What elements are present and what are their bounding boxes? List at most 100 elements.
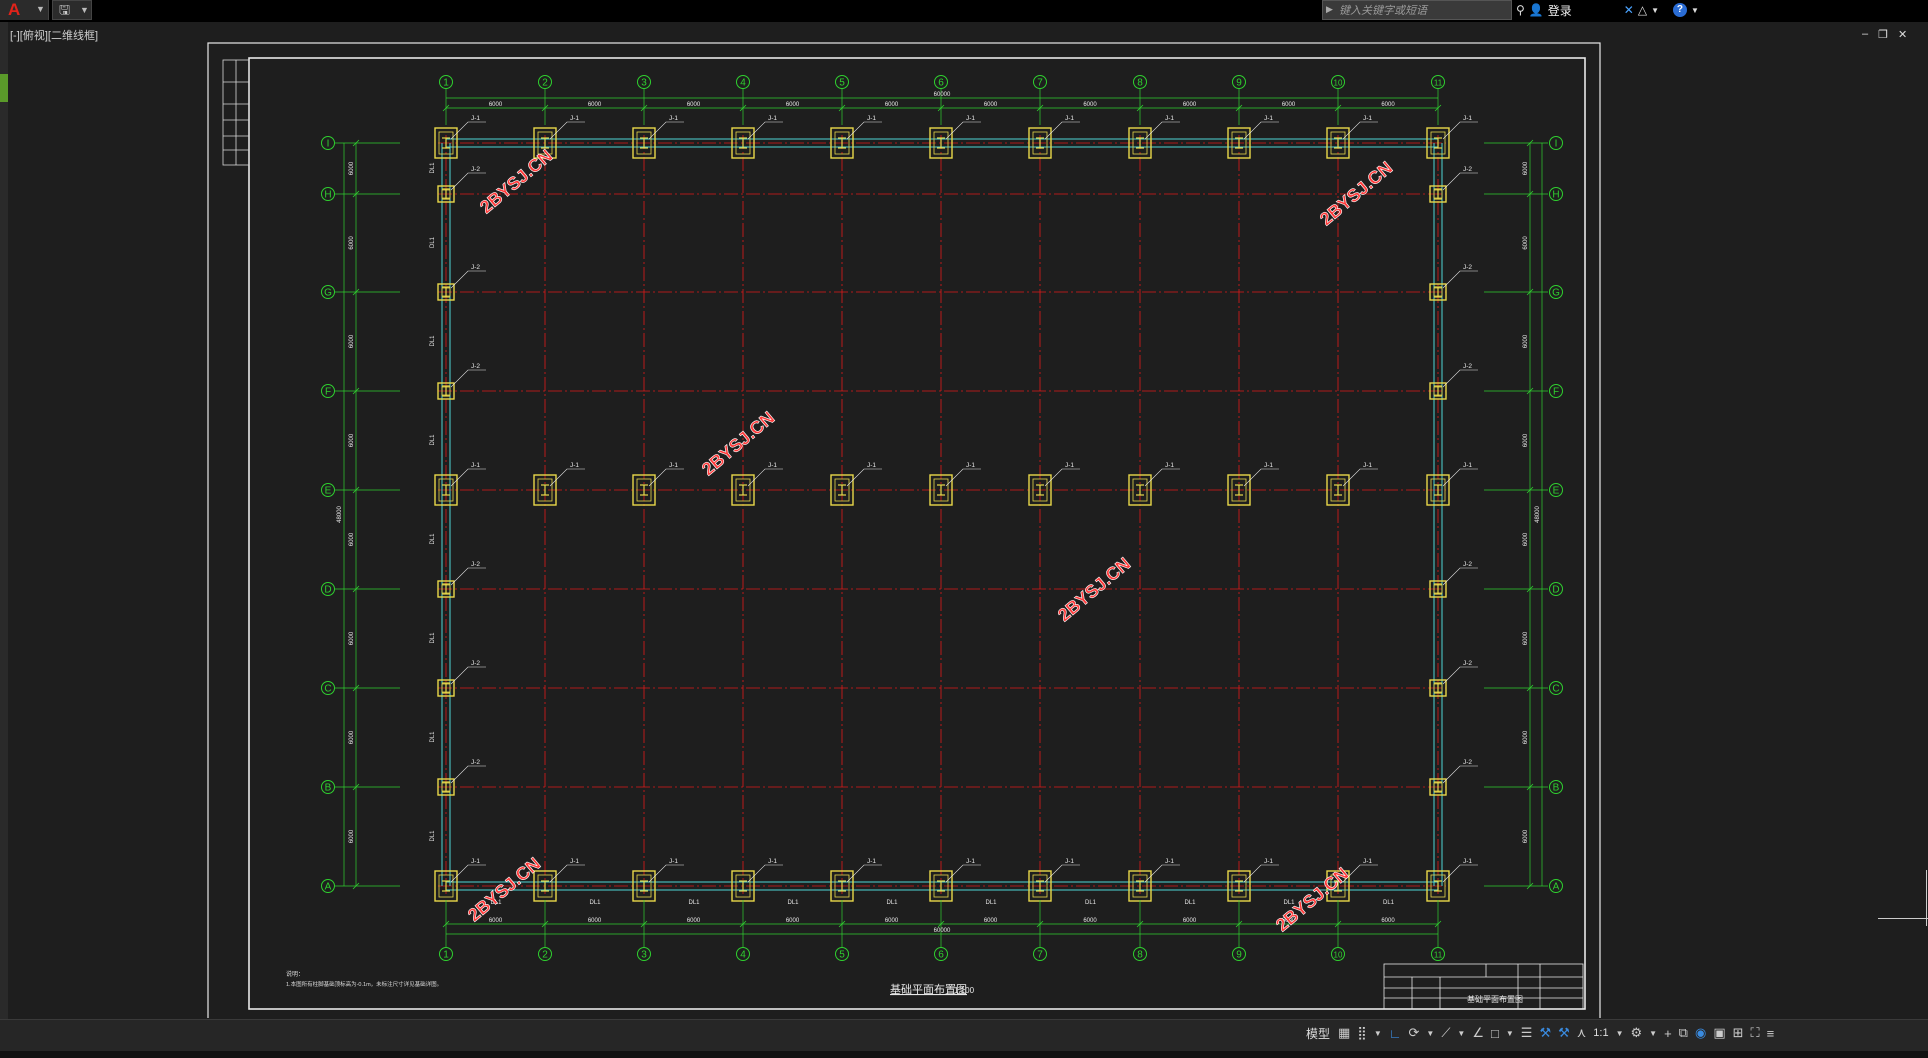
footing-label: J-1	[570, 462, 579, 469]
row-axis-right-label: I	[1555, 139, 1558, 150]
bottom-dimension-label: 6000	[489, 918, 503, 924]
model-space-button[interactable]: 模型	[1306, 1025, 1330, 1042]
footing-leader	[450, 864, 486, 883]
footing-label: J-2	[471, 166, 480, 173]
beam-label: DL1	[430, 632, 436, 644]
footing-label: J-1	[1463, 858, 1472, 865]
binding-strip	[222, 59, 250, 166]
footing-label: J-2	[1463, 166, 1472, 173]
footing-leader	[1442, 121, 1478, 140]
right-dimension-label: 6000	[1523, 532, 1529, 546]
footing-label: J-1	[1463, 462, 1472, 469]
isometric-drafting-icon[interactable]: ⟋	[1441, 1025, 1450, 1041]
footing-label: J-1	[669, 462, 678, 469]
footing-label: J-1	[966, 858, 975, 865]
snap-mode-icon[interactable]: ⣿	[1357, 1025, 1367, 1041]
row-axis-left-label: I	[327, 139, 330, 150]
right-dimension-label: 6000	[1523, 730, 1529, 744]
row-axis-right-label: A	[1553, 882, 1560, 893]
isolate-objects-icon[interactable]: ⧉	[1679, 1025, 1688, 1041]
chevron-down-icon[interactable]: ▼	[1457, 1029, 1465, 1038]
column-axis-bottom-label: 2	[542, 950, 548, 961]
footing-label: J-1	[768, 115, 777, 122]
footing-label: J-2	[471, 264, 480, 271]
top-dimension-label: 6000	[1183, 102, 1197, 108]
ortho-mode-icon[interactable]: ∟	[1389, 1026, 1402, 1041]
footing-label: J-1	[1165, 115, 1174, 122]
chevron-down-icon[interactable]: ▼	[1506, 1029, 1514, 1038]
footing-label: J-1	[471, 462, 480, 469]
workspace-switching-icon[interactable]: ⚙	[1631, 1025, 1643, 1041]
footing-label: J-1	[966, 115, 975, 122]
footing-label: J-1	[570, 115, 579, 122]
footing-leader	[1442, 666, 1478, 685]
footing-leader	[549, 121, 585, 140]
top-dimension-label: 6000	[885, 102, 899, 108]
polar-tracking-icon[interactable]: ⟳	[1408, 1025, 1419, 1041]
top-dimension-label: 6000	[1083, 102, 1097, 108]
annotation-scale-value[interactable]: 1:1	[1593, 1027, 1608, 1039]
object-snap-icon[interactable]: □	[1491, 1026, 1499, 1041]
sheet-outer-border	[207, 42, 1601, 1018]
top-dimension-label: 6000	[588, 102, 602, 108]
footing-label: J-1	[966, 462, 975, 469]
clean-screen-icon[interactable]: ▣	[1713, 1025, 1725, 1041]
right-dimension-label: 6000	[1523, 161, 1529, 175]
footing-label: J-2	[1463, 561, 1472, 568]
footing-leader	[450, 666, 486, 685]
chevron-down-icon[interactable]: ▼	[1426, 1029, 1434, 1038]
column-axis-top-label: 5	[839, 78, 845, 89]
footing-leader	[1442, 567, 1478, 586]
object-snap-tracking-icon[interactable]: ∠	[1472, 1025, 1484, 1041]
footing-leader	[450, 765, 486, 784]
footing-label: J-1	[1363, 858, 1372, 865]
beam-label: DL1	[430, 434, 436, 446]
footing-leader	[1342, 468, 1378, 487]
annotation-scale-icon[interactable]: ⋏	[1577, 1025, 1587, 1041]
top-dimension-total: 60000	[934, 92, 951, 98]
plus-icon[interactable]: +	[1664, 1026, 1672, 1041]
hardware-acceleration-icon[interactable]: ◉	[1695, 1025, 1706, 1041]
footing-label: J-1	[867, 462, 876, 469]
menu-icon[interactable]: ≡	[1767, 1026, 1775, 1041]
footing-leader	[945, 864, 981, 883]
left-dimension-total: 48000	[337, 505, 343, 522]
beam-label: DL1	[1085, 900, 1097, 906]
column-axis-bottom-label: 10	[1334, 951, 1343, 960]
beam-label: DL1	[689, 900, 701, 906]
drawing-canvas[interactable]: DL1 DL1 DL1 DL1 DL1 DL1 DL1 DL1 DL1 DL1 DL1 DL1 DL1 D…	[0, 0, 1928, 1018]
beam-label: DL1	[430, 533, 436, 545]
column-axis-top-label: 9	[1236, 78, 1242, 89]
footing-leader	[1442, 864, 1478, 883]
customization-icon[interactable]: ⊞	[1733, 1025, 1744, 1041]
top-dimension-label: 6000	[687, 102, 701, 108]
row-axis-right-label: F	[1553, 387, 1559, 398]
chevron-down-icon[interactable]: ▼	[1616, 1029, 1624, 1038]
footing-label: J-2	[471, 363, 480, 370]
bottom-dimension-label: 6000	[1183, 918, 1197, 924]
right-dimension-label: 6000	[1523, 631, 1529, 645]
footing-label: J-1	[768, 462, 777, 469]
cursor-crosshair	[1878, 918, 1928, 919]
row-axis-left-label: C	[324, 684, 331, 695]
annotation-visibility-icon[interactable]: ⚒	[1539, 1025, 1551, 1041]
footing-leader	[1442, 369, 1478, 388]
chevron-down-icon[interactable]: ▼	[1649, 1029, 1657, 1038]
footing-leader	[1243, 121, 1279, 140]
fullscreen-icon[interactable]: ⛶	[1751, 1025, 1760, 1041]
lineweight-icon[interactable]: ☰	[1521, 1025, 1533, 1041]
footing-leader	[945, 468, 981, 487]
footing-leader	[1144, 864, 1180, 883]
footing-leader	[1044, 864, 1080, 883]
footing-leader	[450, 468, 486, 487]
grid-display-icon[interactable]: ▦	[1338, 1025, 1350, 1041]
column-axis-top-label: 6	[938, 78, 944, 89]
row-axis-right-label: E	[1553, 486, 1560, 497]
auto-scale-icon[interactable]: ⚒	[1558, 1025, 1570, 1041]
footing-label: J-2	[471, 759, 480, 766]
column-axis-top-label: 4	[740, 78, 746, 89]
chevron-down-icon[interactable]: ▼	[1374, 1029, 1382, 1038]
footing-leader	[1442, 172, 1478, 191]
right-dimension-total: 48000	[1535, 505, 1541, 522]
bottom-dimension-label: 6000	[1083, 918, 1097, 924]
